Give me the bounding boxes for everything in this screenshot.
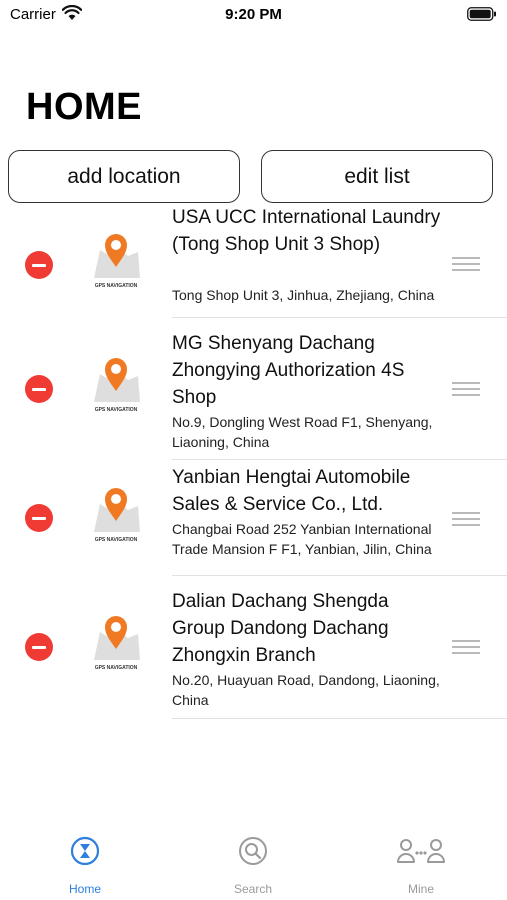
thumbnail-caption: GPS NAVIGATION bbox=[94, 537, 138, 543]
thumbnail-caption: GPS NAVIGATION bbox=[94, 283, 138, 289]
location-title: Yanbian Hengtai Automobile Sales & Servi… bbox=[172, 467, 411, 515]
status-bar: Carrier 9:20 PM bbox=[0, 0, 507, 30]
location-title: USA UCC International Laundry (Tong Shop… bbox=[172, 207, 441, 255]
reorder-handle-icon[interactable] bbox=[452, 640, 480, 654]
location-title: MG Shenyang Dachang Zhongying Authorizat… bbox=[172, 333, 405, 408]
page-title: HOME bbox=[26, 86, 142, 128]
delete-button[interactable] bbox=[25, 633, 53, 661]
thumbnail-caption: GPS NAVIGATION bbox=[94, 665, 138, 671]
delete-button[interactable] bbox=[25, 251, 53, 279]
gps-navigation-icon: GPS NAVIGATION bbox=[88, 480, 144, 558]
location-title: Dalian Dachang Shengda Group Dandong Dac… bbox=[172, 591, 389, 666]
tab-mine[interactable]: Mine bbox=[371, 830, 471, 900]
row-divider bbox=[172, 718, 507, 719]
tab-mine-label: Mine bbox=[407, 882, 434, 896]
reorder-handle-icon[interactable] bbox=[452, 382, 480, 396]
gps-navigation-icon: GPS NAVIGATION bbox=[88, 226, 144, 304]
edit-list-button[interactable]: edit list bbox=[261, 150, 493, 203]
tab-search[interactable]: Search bbox=[203, 830, 303, 900]
gps-navigation-icon: GPS NAVIGATION bbox=[88, 350, 144, 428]
list-item[interactable]: GPS NAVIGATION Yanbian Hengtai Automobil… bbox=[0, 460, 507, 576]
tab-search-label: Search bbox=[233, 882, 273, 896]
thumbnail-caption: GPS NAVIGATION bbox=[94, 407, 138, 413]
battery-icon bbox=[467, 7, 496, 21]
location-address: Tong Shop Unit 3, Jinhua, Zhejiang, Chin… bbox=[172, 287, 435, 303]
delete-button[interactable] bbox=[25, 504, 53, 532]
delete-button[interactable] bbox=[25, 375, 53, 403]
gps-navigation-icon: GPS NAVIGATION bbox=[88, 608, 144, 686]
location-address: Changbai Road 252 Yanbian International … bbox=[172, 521, 432, 557]
list-item[interactable]: GPS NAVIGATION USA UCC International Lau… bbox=[0, 204, 507, 318]
search-icon bbox=[239, 837, 267, 865]
tab-bar: Home Search Mine bbox=[0, 830, 507, 900]
reorder-handle-icon[interactable] bbox=[452, 512, 480, 526]
list-item[interactable]: GPS NAVIGATION MG Shenyang Dachang Zhong… bbox=[0, 318, 507, 460]
people-icon bbox=[397, 839, 445, 863]
status-time: 9:20 PM bbox=[225, 6, 282, 23]
hourglass-icon bbox=[70, 836, 100, 866]
location-address: No.9, Dongling West Road F1, Shenyang, L… bbox=[172, 414, 433, 450]
list-item[interactable]: GPS NAVIGATION Dalian Dachang Shengda Gr… bbox=[0, 576, 507, 719]
tab-home[interactable]: Home bbox=[35, 830, 135, 900]
add-location-button[interactable]: add location bbox=[8, 150, 240, 203]
reorder-handle-icon[interactable] bbox=[452, 257, 480, 271]
location-address: No.20, Huayuan Road, Dandong, Liaoning, … bbox=[172, 672, 440, 708]
tab-home-label: Home bbox=[68, 882, 101, 896]
